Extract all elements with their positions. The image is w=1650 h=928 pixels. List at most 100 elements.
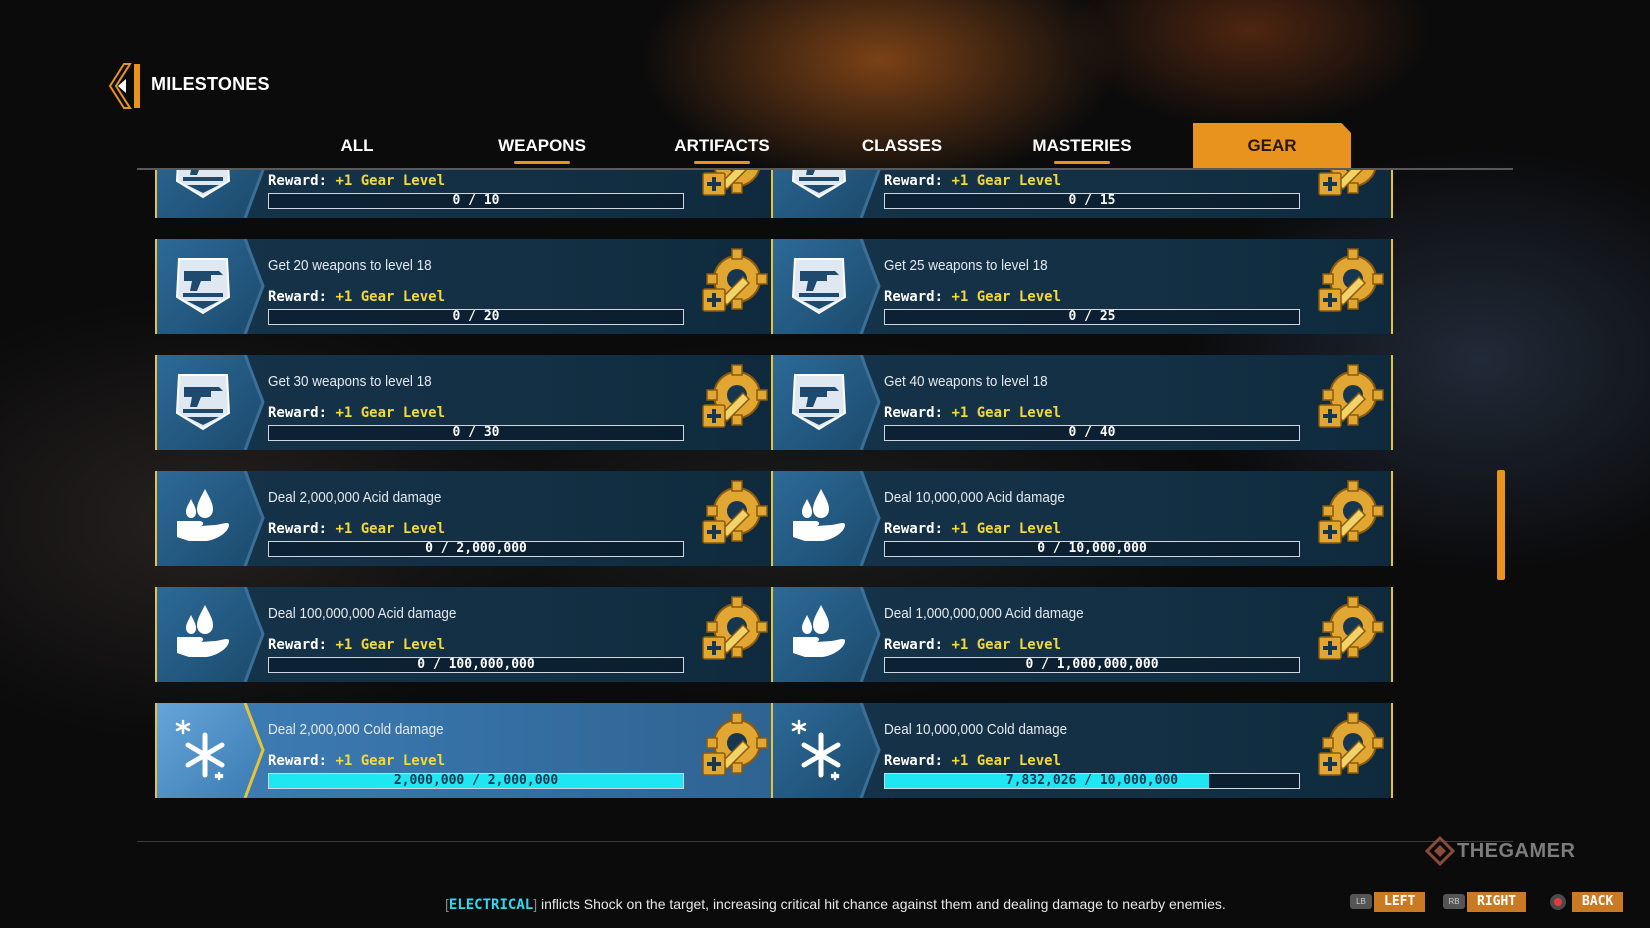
chevron-divider-icon — [859, 587, 881, 682]
gear-upgrade-icon — [699, 479, 771, 551]
progress-text: 0 / 10 — [452, 193, 500, 208]
milestone-description: Deal 2,000,000 Cold damage — [268, 721, 444, 738]
milestone-reward: Reward: +1 Gear Level — [884, 173, 1061, 189]
milestone-card[interactable]: Get 10 weapons to level 18Reward: +1 Gea… — [155, 170, 777, 218]
milestone-list[interactable]: Get 10 weapons to level 18Reward: +1 Gea… — [137, 170, 1513, 841]
milestone-description: Deal 1,000,000,000 Acid damage — [884, 605, 1084, 622]
tab-classes[interactable]: CLASSES — [837, 123, 967, 168]
back-prompt-label: BACK — [1572, 892, 1624, 912]
chevron-divider-icon — [859, 471, 881, 566]
gear-upgrade-icon — [1315, 247, 1387, 319]
milestone-reward: Reward: +1 Gear Level — [268, 753, 445, 769]
reward-prefix: Reward: — [884, 637, 944, 653]
progress-text: 0 / 20 — [452, 309, 500, 324]
reward-prefix: Reward: — [268, 405, 328, 421]
tab-masteries[interactable]: MASTERIES — [1012, 123, 1152, 168]
milestone-description: Get 30 weapons to level 18 — [268, 373, 432, 390]
gear-upgrade-icon — [699, 595, 771, 667]
back-arrow-icon[interactable] — [108, 62, 144, 110]
progress-text: 2,000,000 / 2,000,000 — [393, 773, 559, 788]
milestone-card[interactable]: Deal 2,000,000 Cold damage Reward: +1 Gea… — [155, 703, 777, 798]
reward-value: +1 Gear Level — [335, 405, 446, 421]
reward-value: +1 Gear Level — [335, 521, 446, 537]
tab-all[interactable]: ALL — [312, 123, 402, 168]
reward-value: +1 Gear Level — [951, 173, 1062, 189]
milestone-card[interactable]: Deal 100,000,000 Acid damage Reward: +1 G… — [155, 587, 777, 682]
milestone-description: Deal 2,000,000 Acid damage — [268, 489, 442, 506]
milestone-card[interactable]: Deal 1,000,000,000 Acid damage Reward: +1… — [771, 587, 1393, 682]
milestone-description: Deal 100,000,000 Acid damage — [268, 605, 457, 622]
progress-text: 0 / 25 — [1068, 309, 1116, 324]
gear-upgrade-icon — [699, 363, 771, 435]
tab-weapons[interactable]: WEAPONS — [477, 123, 607, 168]
milestone-description: Get 20 weapons to level 18 — [268, 257, 432, 274]
watermark-logo: THEGAMER — [1425, 836, 1595, 866]
gear-upgrade-icon — [1315, 363, 1387, 435]
milestone-progress-bar: 0 / 1,000,000,000 — [884, 657, 1300, 673]
milestone-card[interactable]: Deal 2,000,000 Acid damage Reward: +1 Gea… — [155, 471, 777, 566]
tip-keyword: ELECTRICAL — [448, 897, 534, 913]
lb-key-icon: LB — [1350, 894, 1372, 909]
reward-value: +1 Gear Level — [335, 173, 446, 189]
progress-text: 7,832,026 / 10,000,000 — [1005, 773, 1179, 788]
milestone-reward: Reward: +1 Gear Level — [268, 173, 445, 189]
gear-upgrade-icon — [699, 170, 771, 203]
progress-text: 0 / 100,000,000 — [417, 657, 535, 672]
milestone-card[interactable]: Get 40 weapons to level 18 Reward: +1 Gea… — [771, 355, 1393, 450]
reward-value: +1 Gear Level — [951, 521, 1062, 537]
milestone-progress-bar: 0 / 20 — [268, 309, 684, 325]
tab-indicator — [514, 161, 570, 164]
milestone-card[interactable]: Get 30 weapons to level 18 Reward: +1 Gea… — [155, 355, 777, 450]
reward-prefix: Reward: — [884, 521, 944, 537]
milestone-card[interactable]: Get 25 weapons to level 18 Reward: +1 Gea… — [771, 239, 1393, 334]
milestone-reward: Reward: +1 Gear Level — [884, 521, 1061, 537]
tab-gear[interactable]: GEAR — [1193, 123, 1351, 168]
reward-prefix: Reward: — [268, 173, 328, 189]
tip-body: inflicts Shock on the target, increasing… — [540, 896, 1226, 912]
milestone-reward: Reward: +1 Gear Level — [884, 289, 1061, 305]
milestone-progress-bar: 0 / 25 — [884, 309, 1300, 325]
milestone-reward: Reward: +1 Gear Level — [268, 405, 445, 421]
milestone-reward: Reward: +1 Gear Level — [884, 637, 1061, 653]
right-prompt-label: RIGHT — [1467, 892, 1527, 912]
reward-value: +1 Gear Level — [951, 405, 1062, 421]
reward-prefix: Reward: — [884, 753, 944, 769]
page-title: MILESTONES — [151, 74, 270, 94]
tip-text: [ELECTRICAL] inflicts Shock on the targe… — [445, 896, 1226, 913]
tab-artifacts[interactable]: ARTIFACTS — [657, 123, 787, 168]
reward-prefix: Reward: — [884, 173, 944, 189]
milestone-card[interactable]: Deal 10,000,000 Cold damage Reward: +1 Ge… — [771, 703, 1393, 798]
left-prompt-label: LEFT — [1374, 892, 1426, 912]
reward-value: +1 Gear Level — [951, 289, 1062, 305]
reward-prefix: Reward: — [268, 521, 328, 537]
milestone-description: Deal 10,000,000 Cold damage — [884, 721, 1068, 738]
reward-value: +1 Gear Level — [951, 753, 1062, 769]
milestone-progress-bar: 0 / 100,000,000 — [268, 657, 684, 673]
chevron-divider-icon — [859, 703, 881, 798]
chevron-divider-icon — [243, 471, 265, 566]
milestone-reward: Reward: +1 Gear Level — [268, 289, 445, 305]
reward-value: +1 Gear Level — [951, 637, 1062, 653]
milestone-card[interactable]: Get 20 weapons to level 18 Reward: +1 Gea… — [155, 239, 777, 334]
scrollbar-thumb[interactable] — [1497, 470, 1505, 580]
milestone-progress-bar: 0 / 15 — [884, 193, 1300, 209]
gear-upgrade-icon — [1315, 595, 1387, 667]
milestone-progress-bar: 7,832,026 / 10,000,000 — [884, 773, 1300, 789]
progress-text: 0 / 1,000,000,000 — [1025, 657, 1159, 672]
milestone-progress-bar: 0 / 10 — [268, 193, 684, 209]
b-button-icon — [1550, 894, 1566, 910]
chevron-divider-icon — [243, 587, 265, 682]
chevron-divider-icon — [243, 170, 265, 218]
gear-upgrade-icon — [1315, 711, 1387, 783]
chevron-divider-icon — [859, 170, 881, 218]
gear-upgrade-icon — [699, 711, 771, 783]
milestone-card[interactable]: Deal 10,000,000 Acid damage Reward: +1 Ge… — [771, 471, 1393, 566]
list-bottom-divider — [137, 841, 1513, 842]
progress-text: 0 / 30 — [452, 425, 500, 440]
chevron-divider-icon — [243, 355, 265, 450]
progress-text: 0 / 15 — [1068, 193, 1116, 208]
milestone-card[interactable]: Get 15 weapons to level 18Reward: +1 Gea… — [771, 170, 1393, 218]
reward-prefix: Reward: — [884, 405, 944, 421]
gear-upgrade-icon — [1315, 479, 1387, 551]
progress-text: 0 / 40 — [1068, 425, 1116, 440]
